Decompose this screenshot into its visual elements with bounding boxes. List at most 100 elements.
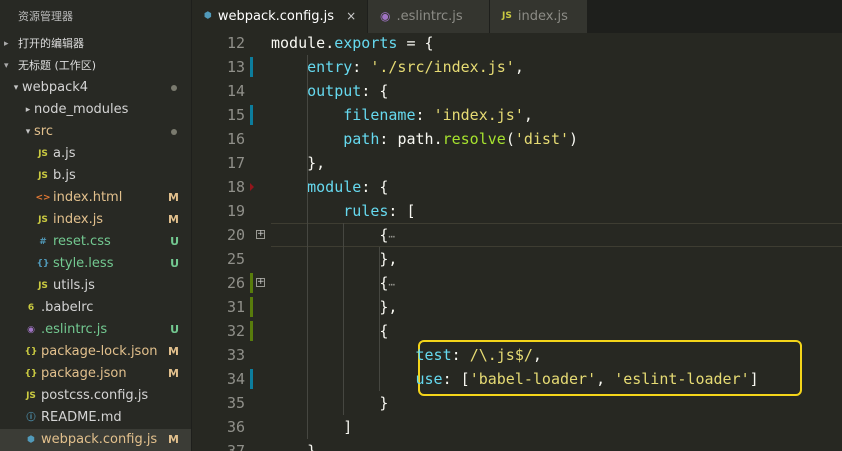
- tab-label: webpack.config.js: [217, 9, 335, 24]
- editor-tabs: ⬢ webpack.config.js × ◉ .eslintrc.js JS index.…: [192, 0, 842, 33]
- tree-item[interactable]: # reset.css U: [0, 231, 191, 253]
- line-number: 17: [226, 154, 245, 172]
- fold-expand-icon[interactable]: +: [256, 278, 265, 287]
- code-text: },: [271, 250, 398, 268]
- explorer-title: 资源管理器: [18, 10, 73, 23]
- tree-item[interactable]: ▸ node_modules: [0, 99, 191, 121]
- line-number: 32: [226, 322, 245, 340]
- file-icon: ◉: [27, 325, 35, 335]
- indent-guide: [343, 223, 345, 415]
- tree-item[interactable]: ⓘ README.md: [0, 407, 191, 429]
- file-tree: ▾ webpack4 ▸ node_modules ▾ src JS a.js JS b.js <>…: [0, 77, 191, 451]
- tree-item[interactable]: 6 .babelrc: [0, 297, 191, 319]
- code-text: },: [271, 298, 398, 316]
- file-icon: {}: [36, 259, 50, 269]
- chevron-down-icon: ▾: [25, 127, 31, 137]
- git-change-marker: [250, 297, 253, 317]
- tree-item[interactable]: JS index.js M: [0, 209, 191, 231]
- tree-item-label: README.md: [41, 410, 122, 425]
- tree-item-label: b.js: [53, 168, 76, 183]
- line-number: 31: [226, 298, 245, 316]
- tree-item-label: webpack.config.js: [41, 432, 158, 447]
- code-editor[interactable]: 12 module.exports = {13 entry: './src/ind…: [192, 33, 842, 451]
- code-text: entry: './src/index.js',: [307, 58, 524, 76]
- tree-item[interactable]: JS b.js: [0, 165, 191, 187]
- code-text: {: [271, 322, 389, 340]
- file-icon: JS: [38, 281, 48, 291]
- tab-eslintrc-js[interactable]: ◉ .eslintrc.js: [368, 0, 490, 33]
- open-editors-label: 打开的编辑器: [18, 37, 84, 50]
- file-icon: JS: [38, 215, 48, 225]
- tree-item[interactable]: {} package-lock.json M: [0, 341, 191, 363]
- explorer-sidebar: 资源管理器 ▸ 打开的编辑器 ▾ 无标题 (工作区) ▾ webpack4 ▸ nod…: [0, 0, 192, 451]
- tree-item[interactable]: ◉ .eslintrc.js U: [0, 319, 191, 341]
- tree-item-label: package.json: [41, 366, 127, 381]
- file-icon: ⬢: [27, 435, 35, 445]
- code-text: filename: 'index.js',: [343, 106, 533, 124]
- git-status-badge: M: [168, 191, 179, 204]
- line-number: 26: [226, 274, 245, 292]
- tree-item[interactable]: ▾ src: [0, 121, 191, 143]
- git-change-marker: [250, 369, 253, 389]
- git-status-badge: U: [170, 323, 179, 336]
- tree-item-label: reset.css: [53, 234, 111, 249]
- chevron-right-icon: ▸: [4, 39, 9, 49]
- code-text: ]: [271, 418, 353, 436]
- tree-item[interactable]: {} package.json M: [0, 363, 191, 385]
- tree-item-label: .eslintrc.js: [41, 322, 108, 337]
- line-number: 20: [226, 226, 245, 244]
- git-status-badge: M: [168, 213, 179, 226]
- line-number: 33: [226, 346, 245, 364]
- line-number: 15: [226, 106, 245, 124]
- code-text: module.exports = {: [271, 34, 434, 52]
- tree-item-label: a.js: [53, 146, 76, 161]
- tree-item[interactable]: JS utils.js: [0, 275, 191, 297]
- workspace-section[interactable]: ▾ 无标题 (工作区): [0, 55, 191, 77]
- git-status-badge: M: [168, 367, 179, 380]
- code-text: },: [271, 154, 326, 172]
- code-text: }: [271, 442, 317, 451]
- tree-item[interactable]: ⬢ webpack.config.js M: [0, 429, 191, 451]
- code-text: path: path.resolve('dist'): [343, 130, 579, 148]
- workspace-label: 无标题 (工作区): [18, 59, 97, 72]
- code-line: 32 {: [192, 319, 842, 343]
- file-icon: JS: [502, 11, 512, 21]
- tab-index-js[interactable]: JS index.js: [490, 0, 588, 33]
- git-status-badge: M: [168, 345, 179, 358]
- tree-item-label: package-lock.json: [41, 344, 158, 359]
- git-deleted-marker: [250, 183, 254, 191]
- code-line: 31 },: [192, 295, 842, 319]
- code-text: output: {: [307, 82, 389, 100]
- tree-item[interactable]: <> index.html M: [0, 187, 191, 209]
- code-line: 12 module.exports = {: [192, 31, 842, 55]
- line-number: 19: [226, 202, 245, 220]
- line-number: 34: [226, 370, 245, 388]
- tree-item[interactable]: {} style.less U: [0, 253, 191, 275]
- code-line: 13 entry: './src/index.js',: [192, 55, 842, 79]
- indent-guide: [379, 247, 381, 391]
- tree-item-label: postcss.config.js: [41, 388, 149, 403]
- tree-item[interactable]: ▾ webpack4: [0, 77, 191, 99]
- tree-item-label: src: [34, 124, 53, 139]
- tree-item[interactable]: JS a.js: [0, 143, 191, 165]
- tree-item-label: node_modules: [34, 102, 129, 117]
- tree-item-label: utils.js: [53, 278, 95, 293]
- fold-expand-icon[interactable]: +: [256, 230, 265, 239]
- modified-dot-icon: [171, 85, 177, 91]
- line-number: 13: [226, 58, 245, 76]
- file-icon: ◉: [380, 9, 391, 23]
- chevron-right-icon: ▸: [25, 105, 31, 115]
- code-line: 18 module: {: [192, 175, 842, 199]
- close-icon[interactable]: ×: [346, 0, 356, 33]
- code-line: 26 + {⋯: [192, 271, 842, 295]
- tree-item-label: style.less: [53, 256, 114, 271]
- tab-label: index.js: [517, 9, 568, 24]
- open-editors-section[interactable]: ▸ 打开的编辑器: [0, 33, 191, 55]
- line-number: 14: [226, 82, 245, 100]
- file-icon: JS: [38, 171, 48, 181]
- line-number: 36: [226, 418, 245, 436]
- code-line: 14 output: {: [192, 79, 842, 103]
- tab-webpack-config-js[interactable]: ⬢ webpack.config.js ×: [192, 0, 368, 33]
- tree-item[interactable]: JS postcss.config.js: [0, 385, 191, 407]
- code-line: 15 filename: 'index.js',: [192, 103, 842, 127]
